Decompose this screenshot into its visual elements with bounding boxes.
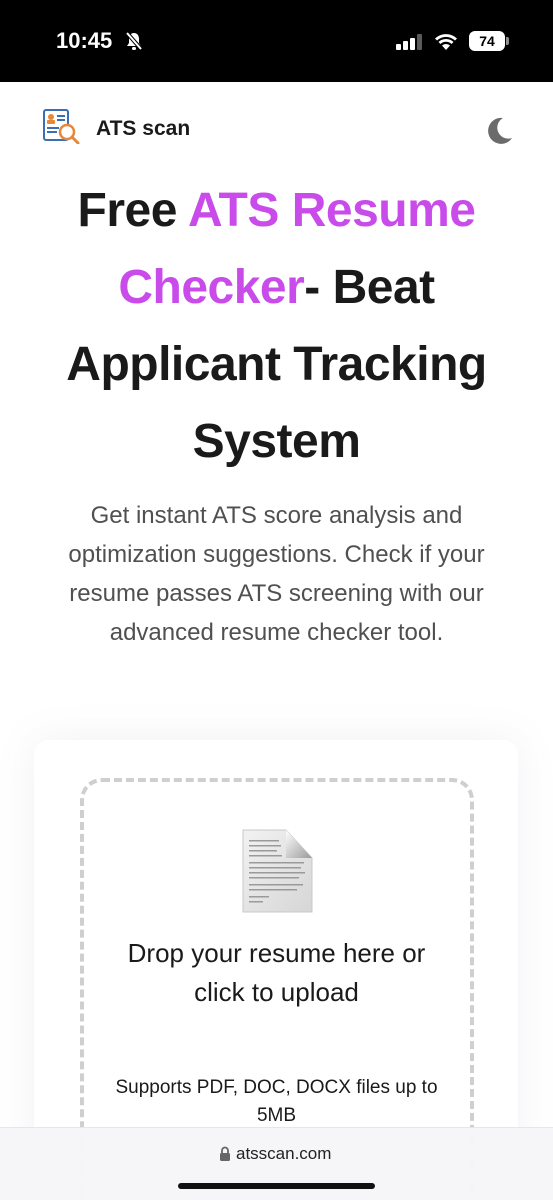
resume-search-icon[interactable] <box>42 108 80 144</box>
hero-subtitle: Get instant ATS score analysis and optim… <box>68 502 485 646</box>
lock-icon <box>220 1146 230 1161</box>
battery-cap <box>506 37 509 45</box>
home-indicator[interactable] <box>178 1183 375 1189</box>
cellular-signal-icon <box>396 34 422 50</box>
brand-name[interactable]: ATS scan <box>96 117 190 141</box>
wifi-icon <box>435 34 457 50</box>
moon-icon[interactable] <box>482 114 516 148</box>
browser-url-bar[interactable]: atsscan.com <box>0 1127 553 1200</box>
bell-slash-icon <box>125 31 143 51</box>
app-header: ATS scan <box>0 82 553 172</box>
battery-indicator: 74 <box>469 31 505 51</box>
url-text[interactable]: atsscan.com <box>236 1144 331 1164</box>
upload-prompt[interactable]: Drop your resume here or click to upload <box>120 934 433 1012</box>
document-icon <box>242 829 313 913</box>
status-time: 10:45 <box>56 28 113 53</box>
hero-title-part1: Free <box>77 184 188 237</box>
hero-title: Free ATS Resume Checker- Beat Applicant … <box>20 172 533 480</box>
status-bar: 10:45 74 <box>0 0 553 82</box>
supported-formats: Supports PDF, DOC, DOCX files up to 5MB <box>115 1077 438 1126</box>
